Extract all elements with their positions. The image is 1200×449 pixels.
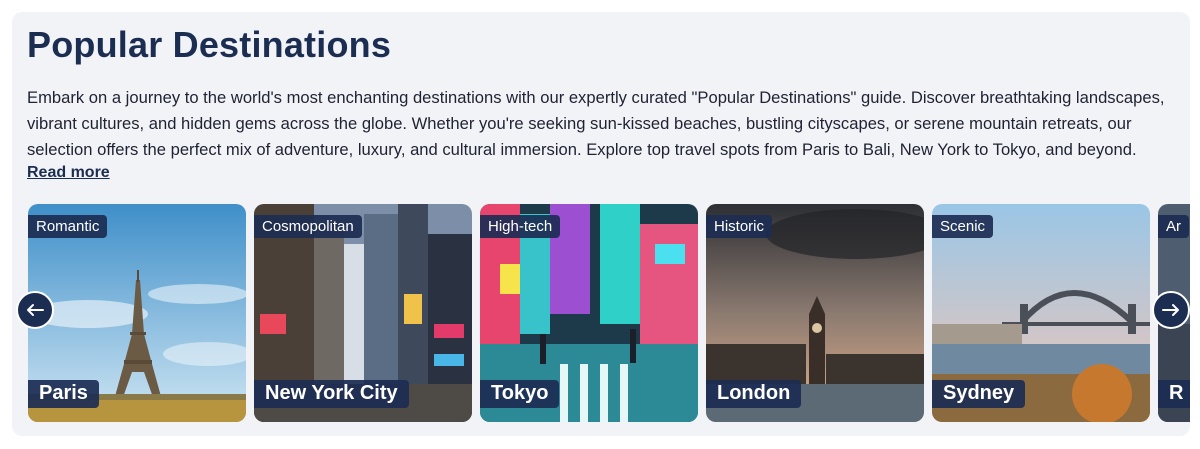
destinations-carousel: Romantic Paris Cosmopolitan New York Cit… (28, 204, 1190, 422)
card-title: Sydney (932, 380, 1026, 408)
destination-card-sydney[interactable]: Scenic Sydney (932, 204, 1150, 422)
arrow-left-icon (27, 304, 44, 316)
card-title: Tokyo (480, 380, 560, 408)
carousel-next-button[interactable] (1152, 291, 1190, 329)
section-description: Embark on a journey to the world's most … (27, 88, 1165, 159)
carousel-prev-button[interactable] (16, 291, 54, 329)
popular-destinations-section: Popular Destinations Embark on a journey… (12, 12, 1190, 436)
card-title: Paris (28, 380, 99, 408)
card-tag: Romantic (28, 215, 108, 238)
destination-card-new-york-city[interactable]: Cosmopolitan New York City (254, 204, 472, 422)
card-tag: Cosmopolitan (254, 215, 362, 238)
destination-card-tokyo[interactable]: High-tech Tokyo (480, 204, 698, 422)
card-tag: Ar (1158, 215, 1189, 238)
arrow-right-icon (1162, 304, 1179, 316)
read-more-link[interactable]: Read more (27, 164, 114, 182)
card-title: New York City (254, 380, 409, 408)
card-tag: High-tech (480, 215, 561, 238)
destination-card-paris[interactable]: Romantic Paris (28, 204, 246, 422)
section-title: Popular Destinations (27, 24, 392, 65)
card-tag: Scenic (932, 215, 994, 238)
card-title: London (706, 380, 802, 408)
card-tag: Historic (706, 215, 773, 238)
card-title: R (1158, 380, 1190, 408)
destination-card-london[interactable]: Historic London (706, 204, 924, 422)
